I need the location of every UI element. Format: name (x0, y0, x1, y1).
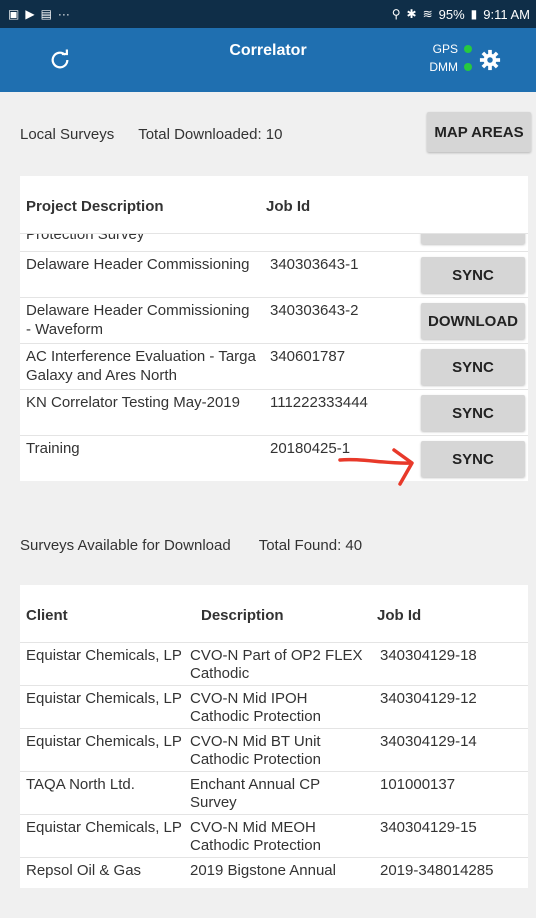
row-client: Equistar Chemicals, LP (26, 690, 182, 707)
local-surveys-table: Project Description Job Id Protection Su… (20, 176, 528, 481)
table-row[interactable]: Equistar Chemicals, LP CVO-N Mid MEOH Ca… (20, 815, 528, 858)
more-icon: ··· (57, 7, 70, 21)
sync-button[interactable]: SYNC (421, 257, 525, 293)
battery-icon: ▮ (470, 7, 478, 21)
local-surveys-label: Local Surveys (20, 126, 115, 143)
status-bar: ▣ ▶ ▤ ··· ⚲ ✱ ≋ 95% ▮ 9:11 AM (0, 0, 536, 28)
table-row: AC Interference Evaluation - Targa Galax… (20, 344, 528, 390)
table-row[interactable]: TAQA North Ltd. Enchant Annual CP Survey… (20, 772, 528, 815)
column-job-id: Job Id (266, 198, 311, 215)
row-client: Repsol Oil & Gas (26, 862, 142, 879)
table-row: Delaware Header Commissioning 340303643-… (20, 252, 528, 298)
row-job-id: 340601787 (270, 348, 346, 365)
row-client: TAQA North Ltd. (26, 776, 135, 793)
dmm-status: DMM (412, 58, 472, 76)
row-description: CVO-N Mid BT Unit Cathodic Protection (190, 733, 321, 768)
location-icon: ⚲ (391, 7, 401, 21)
table-row: Delaware Header Commissioning - Waveform… (20, 298, 528, 344)
row-job-id: 340304129-14 (380, 733, 477, 750)
row-description: Delaware Header Commissioning (26, 256, 250, 273)
row-description: KN Correlator Testing May-2019 (26, 394, 240, 411)
row-job-id: 340304129-12 (380, 690, 477, 707)
row-job-id: 340304129-18 (380, 647, 477, 664)
wifi-icon: ≋ (422, 7, 433, 21)
battery-percent: 95% (438, 6, 465, 22)
picture-icon: ▣ (8, 7, 20, 21)
gps-label: GPS (432, 42, 458, 56)
table-row[interactable]: Repsol Oil & Gas 2019 Bigstone Annual 20… (20, 858, 528, 888)
table-row: Protection Survey (20, 234, 528, 252)
gps-indicator (464, 45, 472, 53)
column-client: Client (26, 607, 68, 624)
row-job-id: 111222333444 (270, 394, 368, 411)
table-row[interactable]: Equistar Chemicals, LP CVO-N Mid BT Unit… (20, 729, 528, 772)
row-job-id: 2019-348014285 (380, 862, 494, 879)
play-icon: ▶ (25, 7, 35, 21)
row-job-id: 340304129-15 (380, 819, 477, 836)
row-job-id: 101000137 (380, 776, 456, 793)
row-client: Equistar Chemicals, LP (26, 647, 182, 664)
clock: 9:11 AM (483, 6, 530, 22)
table-row: KN Correlator Testing May-2019 111222333… (20, 390, 528, 436)
status-bar-left: ▣ ▶ ▤ ··· (8, 8, 70, 20)
screen-icon: ▤ (40, 7, 52, 21)
row-client: Equistar Chemicals, LP (26, 819, 182, 836)
column-project-description: Project Description (26, 198, 164, 215)
connection-status: GPS DMM (412, 40, 472, 76)
sync-button[interactable] (421, 234, 525, 244)
local-table-header: Project Description Job Id (20, 176, 528, 234)
total-found: Total Found: 40 (258, 537, 363, 554)
gps-status: GPS (412, 40, 472, 58)
map-areas-button[interactable]: MAP AREAS (427, 112, 531, 152)
row-description: AC Interference Evaluation - Targa Galax… (26, 348, 256, 384)
row-description: CVO-N Mid IPOH Cathodic Protection (190, 690, 321, 725)
status-bar-right: ⚲ ✱ ≋ 95% ▮ 9:11 AM (392, 7, 530, 22)
row-description: Enchant Annual CP Survey (190, 776, 320, 811)
available-surveys-table: Client Description Job Id Equistar Chemi… (20, 585, 528, 888)
row-client: Equistar Chemicals, LP (26, 733, 182, 750)
row-description: Protection Survey (26, 234, 145, 243)
available-surveys-header: Surveys Available for Download Total Fou… (20, 537, 362, 554)
sync-button[interactable]: SYNC (421, 441, 525, 477)
column-job-id: Job Id (377, 607, 422, 624)
available-surveys-label: Surveys Available for Download (20, 537, 231, 554)
table-row[interactable]: Equistar Chemicals, LP CVO-N Part of OP2… (20, 643, 528, 686)
row-description: 2019 Bigstone Annual (190, 862, 336, 879)
row-job-id: 340303643-1 (270, 256, 359, 273)
local-surveys-header: Local Surveys Total Downloaded: 10 (20, 126, 282, 143)
local-table-body[interactable]: Protection Survey Delaware Header Commis… (20, 234, 528, 481)
sync-button[interactable]: SYNC (421, 349, 525, 385)
bluetooth-icon: ✱ (406, 7, 417, 21)
dmm-indicator (464, 63, 472, 71)
column-description: Description (201, 607, 284, 624)
row-job-id: 340303643-2 (270, 302, 359, 319)
download-button[interactable]: DOWNLOAD (421, 303, 525, 339)
total-downloaded: Total Downloaded: 10 (138, 126, 283, 143)
row-description: CVO-N Part of OP2 FLEX Cathodic (190, 647, 363, 682)
app-bar: Correlator GPS DMM (0, 28, 536, 92)
sync-button[interactable]: SYNC (421, 395, 525, 431)
available-table-body[interactable]: Equistar Chemicals, LP CVO-N Part of OP2… (20, 643, 528, 888)
table-row: Training 20180425-1 SYNC (20, 436, 528, 481)
table-row[interactable]: Equistar Chemicals, LP CVO-N Mid IPOH Ca… (20, 686, 528, 729)
dmm-label: DMM (429, 60, 458, 74)
red-arrow-annotation (338, 448, 414, 486)
row-description: Delaware Header Commissioning - Waveform (26, 302, 250, 338)
available-table-header: Client Description Job Id (20, 585, 528, 643)
row-description: Training (26, 440, 80, 457)
row-description: CVO-N Mid MEOH Cathodic Protection (190, 819, 321, 854)
gear-icon[interactable] (476, 46, 504, 74)
